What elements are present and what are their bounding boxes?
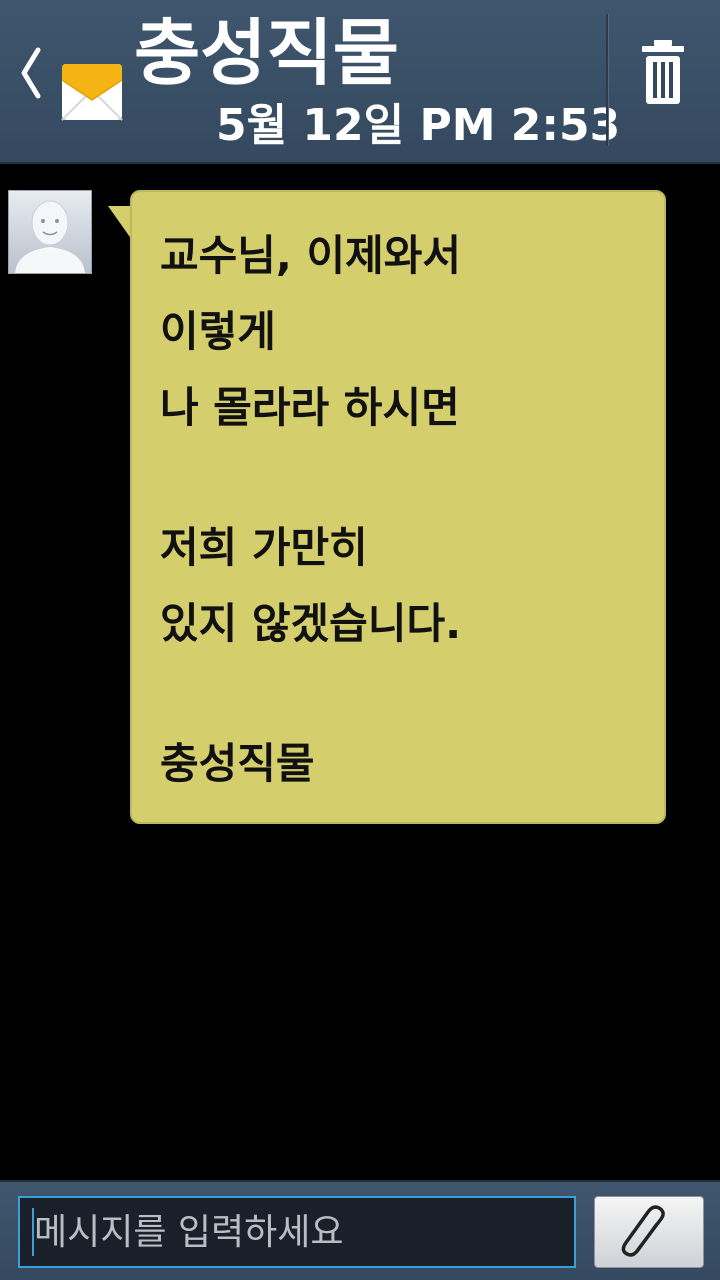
message-line: 있지 않겠습니다. — [160, 599, 462, 648]
message-line: 이렇게 — [160, 307, 276, 356]
chevron-left-icon — [21, 47, 41, 99]
sender-avatar[interactable] — [8, 190, 92, 274]
attach-button[interactable] — [594, 1196, 704, 1268]
paperclip-icon — [621, 1205, 665, 1257]
composer-bar — [0, 1180, 720, 1280]
message-line: 나 몰라라 하시면 — [160, 383, 460, 432]
delete-button[interactable] — [636, 38, 690, 106]
header-divider — [606, 14, 608, 146]
received-message-bubble[interactable]: 교수님, 이제와서 이렇게 나 몰라라 하시면 저희 가만히 있지 않겠습니다.… — [130, 190, 666, 824]
message-line: 저희 가만히 — [160, 523, 368, 572]
message-input[interactable] — [18, 1196, 576, 1268]
bubble-tail — [108, 206, 132, 240]
back-button[interactable] — [14, 38, 48, 108]
text-caret — [32, 1208, 34, 1256]
header-bar: 충성직물 5월 12일 PM 2:53 — [0, 0, 720, 164]
default-person-icon — [15, 200, 85, 273]
message-timestamp: 5월 12일 PM 2:53 — [216, 100, 621, 151]
message-line: 교수님, 이제와서 — [160, 231, 462, 280]
message-view-screen: 충성직물 5월 12일 PM 2:53 교수님, 이제와서 이렇게 나 몰라라 … — [0, 0, 720, 1280]
envelope-icon — [60, 56, 124, 122]
trash-icon — [642, 40, 684, 104]
message-line: 충성직물 — [160, 739, 315, 788]
contact-name: 충성직물 — [134, 11, 399, 95]
